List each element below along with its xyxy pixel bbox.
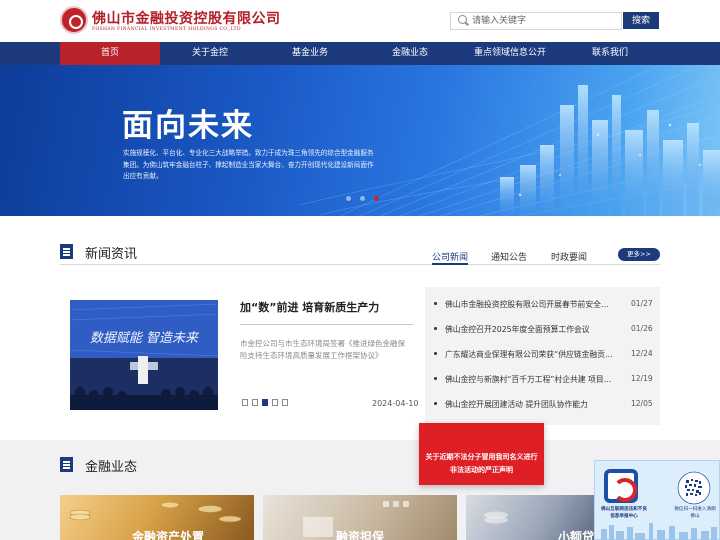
featured-pager-3[interactable] xyxy=(262,399,268,406)
bullet-icon xyxy=(434,377,437,380)
banner-slide-dot-2[interactable] xyxy=(360,196,365,201)
more-news-button[interactable]: 更多>> xyxy=(618,248,660,261)
nav-item-contact[interactable]: 联系我们 xyxy=(560,42,660,65)
bullet-icon xyxy=(434,352,437,355)
conference-stage-graphic: 数据赋能 智造未来 xyxy=(70,300,218,410)
stage-slogan-text: 数据赋能 智造未来 xyxy=(90,331,200,346)
bullet-icon xyxy=(434,402,437,405)
report-qr-panel[interactable]: 佛山互联网违法和不良信息举报中心 微信扫一扫进入清朗佛山 xyxy=(594,460,720,540)
active-tab-indicator xyxy=(432,263,468,265)
news-item-title[interactable]: 佛山金控召开2025年度全面预算工作会议 xyxy=(445,324,615,335)
qr-caption: 微信扫一扫进入清朗佛山 xyxy=(674,507,716,519)
site-header: 佛山市金融投资控股有限公司 FOSHAN FINANCIAL INVESTMEN… xyxy=(0,0,720,42)
tab-company-news[interactable]: 公司新闻 xyxy=(432,250,468,263)
news-item-date: 12/19 xyxy=(631,374,653,383)
featured-news-summary: 市金控公司与市生态环境局签署《推进绿色金融保险支持生态环境高质量发展工作框架协议… xyxy=(240,339,405,360)
nav-item-fund-business[interactable]: 基金业务 xyxy=(260,42,360,65)
finance-card-label: 融资担保 xyxy=(336,530,385,540)
banner-description: 实施规模化、平台化、专业化三大战略举措。致力于成为珠三角领先的综合型金融服务集团… xyxy=(123,149,374,180)
tab-announcements[interactable]: 通知公告 xyxy=(491,250,527,263)
news-list-item[interactable]: 佛山金控召开2025年度全面预算工作会议 01/26 xyxy=(425,316,660,341)
news-list: 佛山市金融投资控股有限公司开展春节前安全检查 01/27 佛山金控召开2025年… xyxy=(425,287,660,425)
nav-item-disclosure[interactable]: 重点领域信息公开 xyxy=(460,42,560,65)
news-list-item[interactable]: 广东耀达商业保理有限公司荣获“供应链金融贡献奖” 12/24 xyxy=(425,341,660,366)
company-name[interactable]: 佛山市金融投资控股有限公司 xyxy=(92,8,281,28)
banner-slide-dot-3[interactable] xyxy=(374,196,379,201)
finance-card-label: 小额贷款 xyxy=(558,530,594,540)
featured-pager-4[interactable] xyxy=(272,399,278,406)
news-list-item[interactable]: 佛山金控开展团建活动 提升团队协作能力 12/05 xyxy=(425,391,660,416)
nav-item-about[interactable]: 关于金控 xyxy=(160,42,260,65)
news-item-date: 12/24 xyxy=(631,349,653,358)
search-input[interactable] xyxy=(472,13,620,29)
news-item-date: 12/05 xyxy=(631,399,653,408)
search-button[interactable]: 搜索 xyxy=(623,12,659,29)
news-list-item[interactable]: 佛山市金融投资控股有限公司开展春节前安全检查 01/27 xyxy=(425,291,660,316)
city-skyline-footer-graphic xyxy=(601,523,717,540)
company-name-en: FOSHAN FINANCIAL INVESTMENT HOLDINGS CO.… xyxy=(92,27,241,32)
report-center-caption: 佛山互联网违法和不良信息举报中心 xyxy=(601,507,647,519)
news-item-date: 01/27 xyxy=(631,299,653,308)
featured-news-date: 2024-04-10 xyxy=(372,399,419,408)
company-logo-icon[interactable] xyxy=(60,6,88,34)
news-list-item[interactable]: 佛山金控与新旗村“百千万工程”村企共建 项目签约 12/19 xyxy=(425,366,660,391)
tab-current-affairs[interactable]: 时政要闻 xyxy=(551,250,587,263)
bullet-icon xyxy=(434,302,437,305)
hero-banner[interactable] xyxy=(0,65,720,216)
fraud-notice-text[interactable]: 关于近期不法分子冒用我司名义进行非法活动的严正声明 xyxy=(425,451,538,477)
finance-section-icon xyxy=(60,457,73,472)
finance-card-asset-disposal[interactable]: 金融资产处置 xyxy=(60,495,254,540)
featured-news-divider xyxy=(240,324,413,325)
news-section-icon xyxy=(60,244,73,259)
finance-card-microloan[interactable]: 小额贷款 xyxy=(466,495,594,540)
main-nav: 首页 关于金控 基金业务 金融业态 重点领域信息公开 联系我们 xyxy=(0,42,720,65)
news-item-title[interactable]: 广东耀达商业保理有限公司荣获“供应链金融贡献奖” xyxy=(445,349,615,360)
qr-code-icon xyxy=(677,471,711,505)
news-item-date: 01/26 xyxy=(631,324,653,333)
page: 佛山市金融投资控股有限公司 FOSHAN FINANCIAL INVESTMEN… xyxy=(0,0,720,540)
featured-news-title[interactable]: 加“数”前进 培育新质生产力 xyxy=(240,299,379,315)
banner-slide-dot-1[interactable] xyxy=(346,196,351,201)
report-center-logo-icon xyxy=(604,469,638,503)
city-skyline-graphic xyxy=(299,65,720,216)
featured-pager-5[interactable] xyxy=(282,399,288,406)
finance-section-title: 金融业态 xyxy=(85,460,138,475)
nav-item-home[interactable]: 首页 xyxy=(60,42,160,65)
banner-headline: 面向未来 xyxy=(122,108,254,144)
search-icon xyxy=(458,15,467,24)
news-item-title[interactable]: 佛山金控与新旗村“百千万工程”村企共建 项目签约 xyxy=(445,374,615,385)
nav-item-financial-formats[interactable]: 金融业态 xyxy=(360,42,460,65)
finance-card-guarantee[interactable]: 融资担保 xyxy=(263,495,457,540)
bullet-icon xyxy=(434,327,437,330)
finance-card-label: 金融资产处置 xyxy=(132,530,205,540)
featured-news-image[interactable]: 数据赋能 智造未来 xyxy=(70,300,218,410)
featured-pager-2[interactable] xyxy=(252,399,258,406)
news-section-title: 新闻资讯 xyxy=(85,247,138,262)
fraud-notice-popup[interactable]: 关于近期不法分子冒用我司名义进行非法活动的严正声明 xyxy=(419,423,544,485)
news-section-divider xyxy=(60,264,660,265)
featured-pager-1[interactable] xyxy=(242,399,248,406)
news-item-title[interactable]: 佛山金控开展团建活动 提升团队协作能力 xyxy=(445,399,615,410)
news-item-title[interactable]: 佛山市金融投资控股有限公司开展春节前安全检查 xyxy=(445,299,615,310)
